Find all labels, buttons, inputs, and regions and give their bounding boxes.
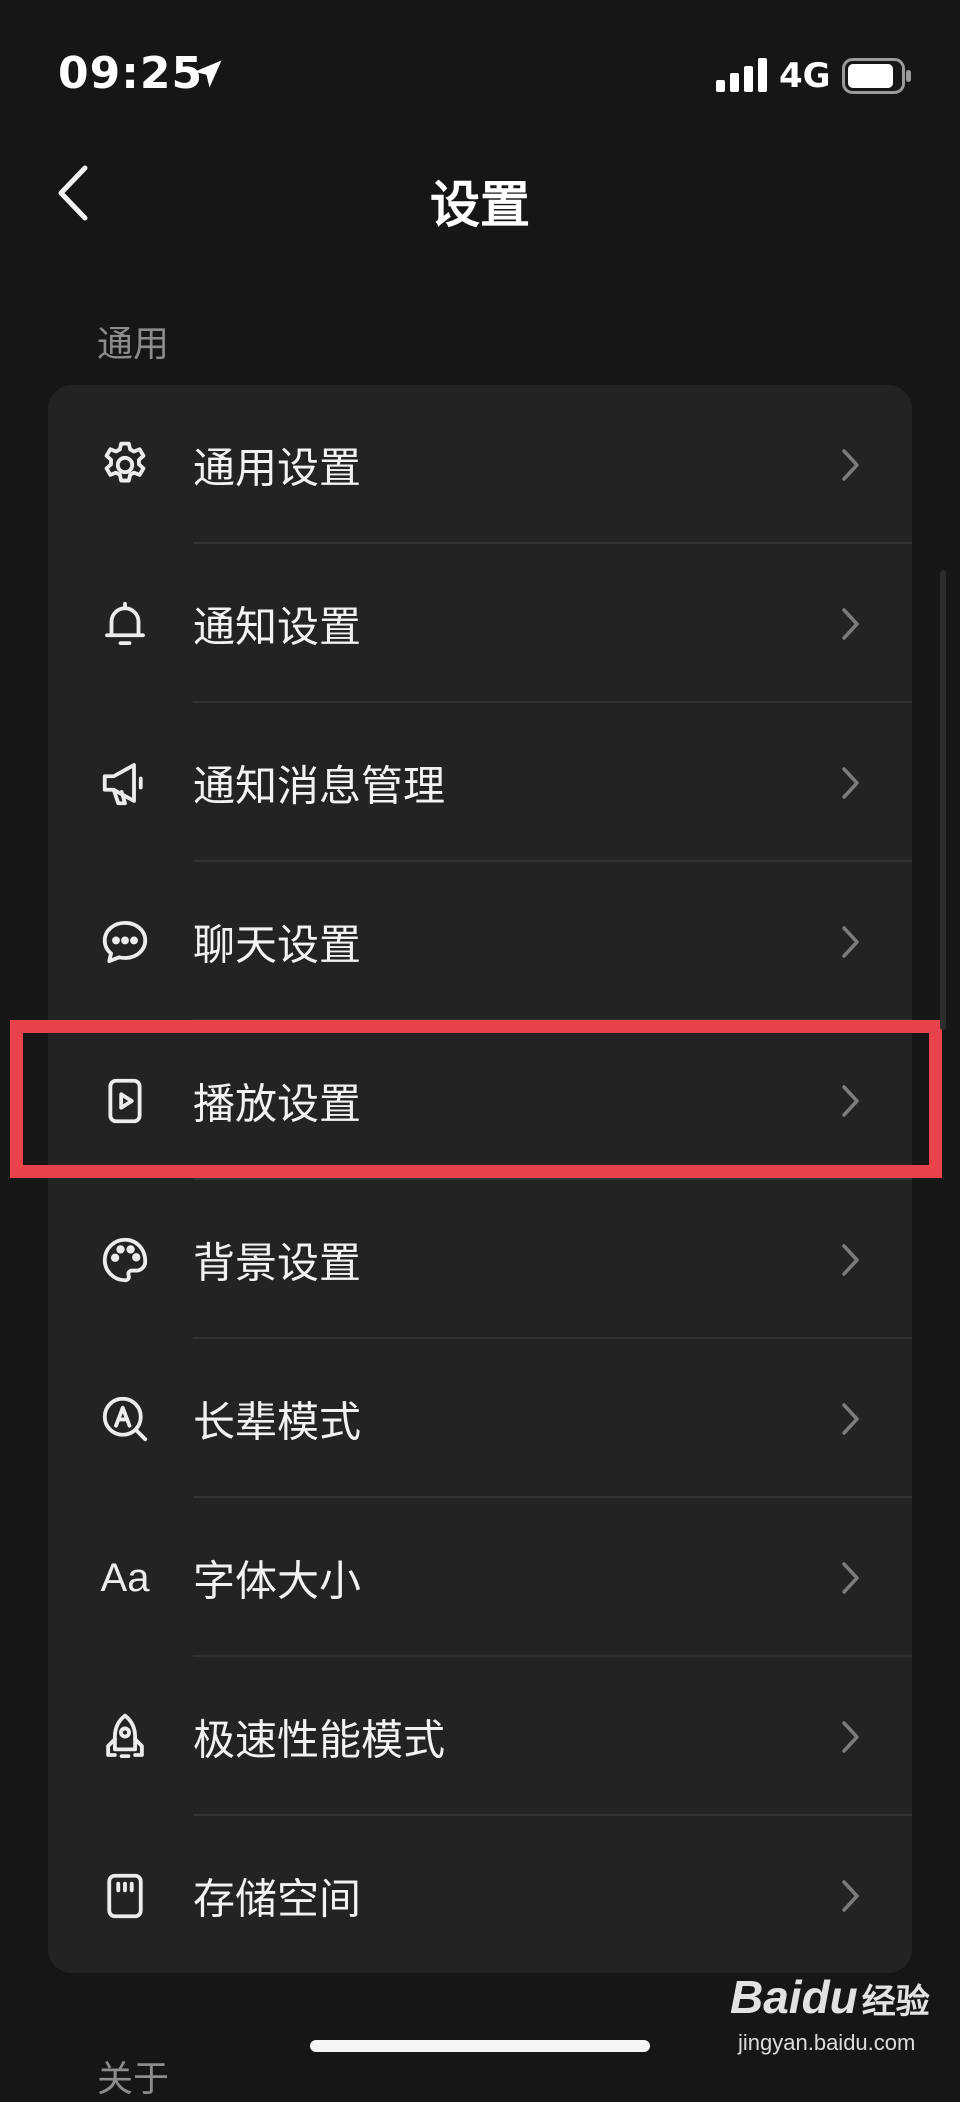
watermark-suffix: 经验 <box>861 1982 930 2022</box>
signal-bars-icon <box>716 58 768 96</box>
status-bar: 09:25 4G <box>0 0 960 150</box>
chevron-right-icon <box>840 924 862 960</box>
palette-icon <box>96 1231 154 1289</box>
row-label: 字体大小 <box>193 1556 362 1605</box>
chevron-right-icon <box>840 606 862 642</box>
chat-bubble-icon <box>96 913 154 971</box>
megaphone-icon <box>96 754 154 812</box>
settings-row-font-size[interactable]: Aa 字体大小 <box>48 1498 912 1657</box>
section-header-about: 关于 <box>97 2059 170 2100</box>
chevron-right-icon <box>840 1719 862 1755</box>
status-time: 09:25 <box>58 48 204 99</box>
settings-row-notification-messages[interactable]: 通知消息管理 <box>48 703 912 862</box>
settings-row-background[interactable]: 背景设置 <box>48 1180 912 1339</box>
settings-row-chat[interactable]: 聊天设置 <box>48 862 912 1021</box>
settings-row-notification[interactable]: 通知设置 <box>48 544 912 703</box>
chevron-right-icon <box>840 765 862 801</box>
section-header-general: 通用 <box>97 324 170 365</box>
bell-icon <box>96 595 154 653</box>
font-size-icon: Aa <box>96 1549 154 1607</box>
home-indicator[interactable] <box>310 2040 650 2052</box>
settings-card: 通用设置 通知设置 通知消息管理 聊天设置 播放设置 背景设置 长辈模式 Aa … <box>48 385 912 1973</box>
play-icon <box>96 1072 154 1130</box>
settings-row-performance-mode[interactable]: 极速性能模式 <box>48 1657 912 1816</box>
chevron-right-icon <box>840 1401 862 1437</box>
page-title: 设置 <box>430 176 530 234</box>
watermark-logo-text: Baidu <box>730 1971 858 2023</box>
settings-row-elder-mode[interactable]: 长辈模式 <box>48 1339 912 1498</box>
chevron-right-icon <box>840 1560 862 1596</box>
location-arrow-icon <box>190 56 226 96</box>
elder-mode-icon <box>96 1390 154 1448</box>
network-type: 4G <box>779 56 831 96</box>
row-label: 背景设置 <box>193 1238 362 1287</box>
row-label: 聊天设置 <box>193 920 362 969</box>
row-label: 播放设置 <box>193 1079 362 1128</box>
gear-icon <box>96 436 154 494</box>
chevron-right-icon <box>840 1878 862 1914</box>
settings-row-general[interactable]: 通用设置 <box>48 385 912 544</box>
chevron-right-icon <box>840 447 862 483</box>
baidu-jingyan-watermark: Baidu 经验 jingyan.baidu.com <box>700 1970 930 2070</box>
row-label: 长辈模式 <box>193 1397 362 1446</box>
chevron-right-icon <box>840 1083 862 1119</box>
watermark-logo: Baidu 经验 <box>730 1970 930 2024</box>
font-size-glyph: Aa <box>100 1555 150 1600</box>
row-label: 通知消息管理 <box>193 761 446 810</box>
watermark-url: jingyan.baidu.com <box>738 2030 916 2055</box>
row-label: 通用设置 <box>193 443 362 492</box>
chevron-right-icon <box>840 1242 862 1278</box>
battery-icon <box>842 58 912 98</box>
settings-row-storage[interactable]: 存储空间 <box>48 1816 912 1973</box>
row-label: 极速性能模式 <box>193 1715 446 1764</box>
scroll-indicator[interactable] <box>940 570 946 1030</box>
row-label: 存储空间 <box>193 1874 362 1923</box>
storage-card-icon <box>96 1867 154 1925</box>
row-label: 通知设置 <box>193 602 362 651</box>
settings-row-playback[interactable]: 播放设置 <box>48 1021 912 1180</box>
rocket-icon <box>96 1708 154 1766</box>
